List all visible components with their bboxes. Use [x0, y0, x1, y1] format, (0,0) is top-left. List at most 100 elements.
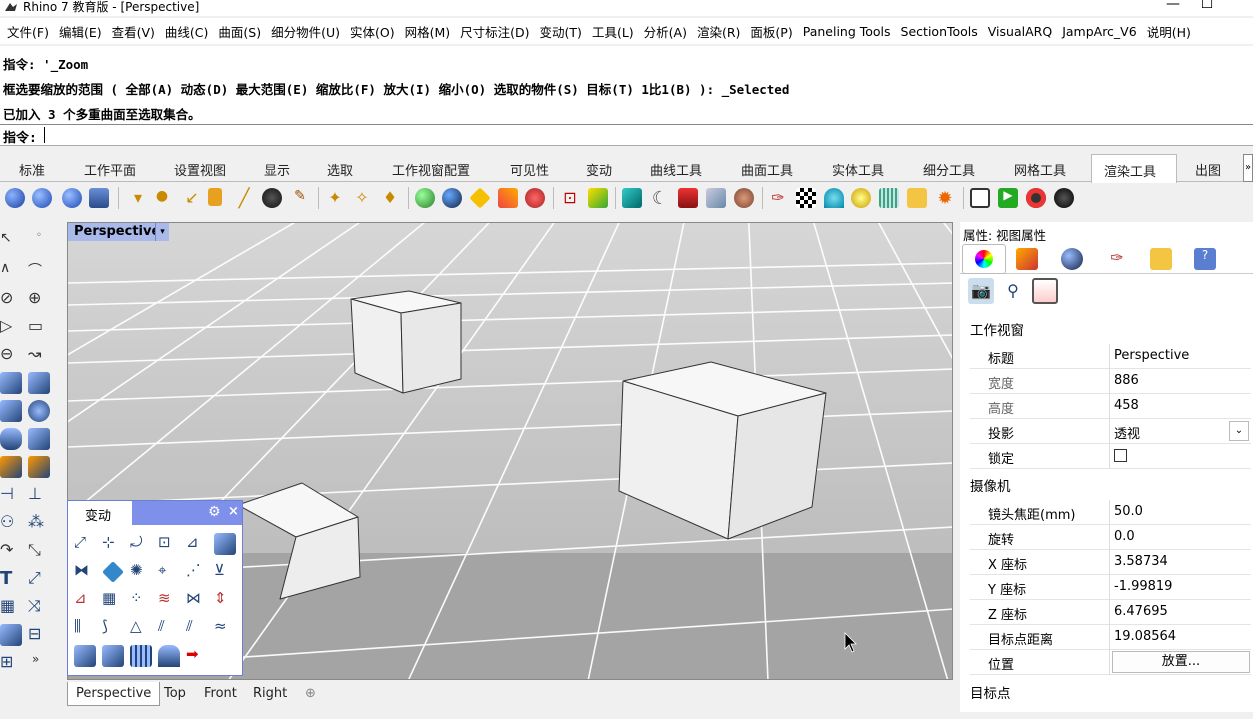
layout-icon[interactable]: ⊟	[28, 624, 50, 646]
rotate-icon[interactable]: ⤾	[130, 533, 152, 555]
menu-help[interactable]: 说明(H)	[1142, 22, 1196, 41]
tab-subd-tools[interactable]: 细分工具	[923, 160, 975, 179]
ground-plane-icon[interactable]	[678, 188, 698, 208]
menu-edit[interactable]: 编辑(E)	[54, 22, 107, 41]
smooth-icon[interactable]: ≈	[214, 617, 236, 639]
checker-icon[interactable]	[796, 188, 816, 208]
project-icon[interactable]: ⊻	[214, 561, 236, 583]
menu-render[interactable]: 渲染(R)	[692, 22, 745, 41]
prop-y-field[interactable]: -1.99819	[1109, 575, 1251, 600]
menu-jamparc[interactable]: JampArc_V6	[1057, 24, 1142, 39]
copy-icon[interactable]: ⊹	[102, 533, 124, 555]
circle-icon[interactable]: ⊘	[0, 288, 22, 310]
light-tool-icon[interactable]	[262, 188, 282, 208]
tab-display[interactable]: 显示	[264, 160, 290, 179]
light-property-icon[interactable]: ⚲	[1000, 278, 1026, 304]
shear-icon[interactable]	[102, 561, 124, 583]
mirror-icon[interactable]: ⊿	[186, 533, 208, 555]
spotlight-icon[interactable]: ▾	[128, 188, 148, 208]
record-icon[interactable]	[1026, 188, 1046, 208]
loft-icon[interactable]	[28, 372, 50, 394]
tab-standard[interactable]: 标准	[19, 160, 45, 179]
array-icon[interactable]: ▦	[0, 596, 22, 618]
panel-drag-handle[interactable]	[132, 501, 242, 525]
tab-select[interactable]: 选取	[327, 160, 353, 179]
light-hotspot-icon[interactable]: ♦	[380, 188, 400, 208]
expand-icon[interactable]: »	[32, 652, 54, 674]
environment-icon[interactable]	[415, 188, 435, 208]
gear-icon[interactable]: ⚙	[208, 504, 221, 520]
join-icon[interactable]: ⚇	[0, 512, 22, 534]
tab-render-tools[interactable]: 渲染工具	[1091, 154, 1177, 183]
menu-section-tools[interactable]: SectionTools	[896, 24, 983, 39]
menu-subd[interactable]: 细分物件(U)	[266, 22, 345, 41]
prop-height-field[interactable]: 458	[1109, 394, 1251, 419]
tab-visibility[interactable]: 可见性	[510, 160, 549, 179]
trim-icon[interactable]: ⊣	[0, 484, 22, 506]
array-curve-icon[interactable]: ≋	[158, 589, 180, 611]
texture-tab-icon[interactable]: ✑	[1106, 248, 1128, 270]
light-target-icon[interactable]: ✧	[352, 188, 372, 208]
environment-tab-icon[interactable]	[1061, 248, 1083, 270]
mesh-icon[interactable]	[0, 624, 22, 646]
move-icon[interactable]: ⤢	[74, 533, 96, 555]
rectangle-icon[interactable]: ▭	[28, 316, 50, 338]
planar-mapping-icon[interactable]	[706, 188, 726, 208]
menu-analyze[interactable]: 分析(A)	[639, 22, 692, 41]
explode-icon[interactable]: ⁂	[28, 512, 50, 534]
scale-icon[interactable]: ⊡	[158, 533, 180, 555]
film-reel-icon[interactable]	[1054, 188, 1074, 208]
point-light-icon[interactable]: ●	[152, 188, 172, 208]
light-edit-icon[interactable]: ✦	[325, 188, 345, 208]
linear-light-icon[interactable]: ╱	[234, 188, 254, 209]
camera-icon[interactable]: 📷	[968, 278, 994, 304]
mirror-plane-icon[interactable]: ⧓	[74, 561, 96, 583]
prop-target-distance-field[interactable]: 19.08564	[1109, 625, 1251, 650]
extrude-icon[interactable]	[28, 428, 50, 450]
prop-title-field[interactable]: Perspective	[1109, 344, 1251, 369]
light-array-icon[interactable]: ✎	[290, 188, 310, 208]
prop-lens-field[interactable]: 50.0	[1109, 500, 1251, 525]
array-grid-icon[interactable]: ▦	[102, 589, 124, 611]
place-button[interactable]: 放置...	[1112, 651, 1250, 673]
taper-icon[interactable]: △	[130, 617, 152, 639]
cage-icon[interactable]	[74, 645, 96, 667]
texture-icon[interactable]	[498, 188, 518, 208]
scale-icon[interactable]: ⤡	[28, 540, 50, 562]
sphere-icon[interactable]	[28, 400, 50, 422]
prop-projection-select[interactable]: 透视 ⌄	[1109, 419, 1251, 444]
menu-solid[interactable]: 实体(O)	[345, 22, 400, 41]
grid-deform-icon[interactable]	[130, 645, 152, 667]
menu-surface[interactable]: 曲面(S)	[213, 22, 266, 41]
menu-tools[interactable]: 工具(L)	[587, 22, 639, 41]
arc-icon[interactable]: ⊖	[0, 344, 22, 366]
menu-paneling-tools[interactable]: Paneling Tools	[798, 24, 896, 39]
menu-view[interactable]: 查看(V)	[107, 22, 160, 41]
viewport-tab-front[interactable]: Front	[204, 686, 237, 701]
menu-mesh[interactable]: 网格(M)	[400, 22, 456, 41]
prop-rotation-field[interactable]: 0.0	[1109, 525, 1251, 550]
sphere-mapping-icon[interactable]: ☾	[650, 188, 670, 209]
polygon-icon[interactable]: ▷	[0, 316, 22, 338]
dome-icon[interactable]	[824, 188, 844, 208]
split-icon[interactable]: ⊥	[28, 484, 50, 506]
surface-icon[interactable]	[0, 372, 22, 394]
menu-curve[interactable]: 曲线(C)	[160, 22, 213, 41]
warning-icon[interactable]	[469, 187, 491, 209]
orient-icon[interactable]	[214, 533, 236, 555]
add-viewport-tab-icon[interactable]: ⊕	[305, 686, 316, 701]
view-properties-tab[interactable]	[962, 244, 1006, 274]
splop-icon[interactable]: ⫽	[186, 617, 208, 639]
menu-visualarq[interactable]: VisualARQ	[983, 24, 1057, 39]
save-render-icon[interactable]	[89, 188, 109, 208]
menu-file[interactable]: 文件(F)	[2, 22, 54, 41]
select-arrow-icon[interactable]: ↖	[0, 230, 22, 252]
command-line[interactable]: 指令:	[0, 124, 1253, 146]
boolean-icon[interactable]	[0, 456, 22, 478]
viewport-label[interactable]: Perspective	[68, 223, 167, 241]
prop-width-field[interactable]: 886	[1109, 369, 1251, 394]
sun-icon[interactable]	[851, 188, 871, 208]
dimension-icon[interactable]: ⤢	[28, 568, 50, 590]
material-icon[interactable]	[442, 188, 462, 208]
boolean-split-icon[interactable]	[28, 456, 50, 478]
